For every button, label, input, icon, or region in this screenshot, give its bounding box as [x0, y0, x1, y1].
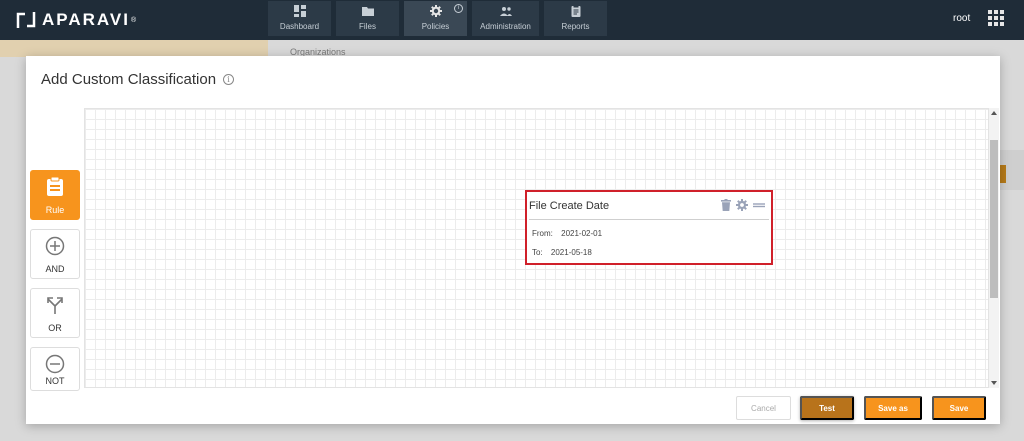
top-app-bar: APARAVI ® Dashboard Files Policies i Adm…	[0, 0, 1024, 40]
clipboard-icon	[571, 5, 580, 17]
to-label: To:	[532, 248, 543, 257]
nav-policies[interactable]: Policies i	[404, 1, 467, 36]
save-as-button[interactable]: Save as	[864, 396, 922, 420]
nav-dashboard-label: Dashboard	[279, 22, 320, 31]
from-date-row: From: 2021-02-01	[532, 229, 602, 238]
gear-icon	[429, 5, 442, 17]
dialog-title-row: Add Custom Classification i	[41, 71, 235, 88]
or-block-label: OR	[48, 323, 62, 333]
brand-name: APARAVI	[42, 10, 130, 29]
drag-handle-icon[interactable]	[753, 201, 765, 209]
dialog-title: Add Custom Classification	[41, 71, 217, 88]
or-block-button[interactable]: OR	[30, 288, 80, 338]
nav-files[interactable]: Files	[336, 1, 399, 36]
aparavi-logo-icon	[16, 10, 36, 30]
scroll-down-arrow-icon[interactable]	[991, 381, 997, 385]
from-label: From:	[532, 229, 553, 238]
dashboard-icon	[293, 5, 306, 17]
nav-policies-label: Policies	[421, 22, 450, 31]
rule-card-actions	[721, 199, 765, 211]
rule-card-title: File Create Date	[529, 200, 610, 212]
nav-reports[interactable]: Reports	[544, 1, 607, 36]
user-name[interactable]: root	[953, 13, 970, 24]
canvas-scrollbar[interactable]	[989, 108, 999, 388]
scrollbar-thumb[interactable]	[990, 140, 998, 298]
clipboard-icon	[47, 177, 63, 196]
cancel-button[interactable]: Cancel	[736, 396, 791, 420]
rule-block-label: Rule	[45, 205, 65, 215]
plus-circle-icon	[45, 236, 65, 256]
brand-logo[interactable]: APARAVI ®	[16, 9, 136, 31]
users-icon	[499, 7, 512, 16]
nav-dashboard[interactable]: Dashboard	[268, 1, 331, 36]
minus-circle-icon	[45, 354, 65, 374]
background-panel	[0, 40, 268, 57]
test-button[interactable]: Test	[800, 396, 854, 420]
add-custom-classification-dialog: Add Custom Classification i Rule AND OR …	[26, 56, 1000, 424]
from-value: 2021-02-01	[561, 229, 603, 238]
rule-card-divider	[529, 219, 769, 220]
gear-icon[interactable]	[736, 199, 748, 211]
brand-registered-mark: ®	[131, 16, 137, 24]
apps-grid-icon[interactable]	[988, 10, 1004, 26]
nav-administration[interactable]: Administration	[472, 1, 539, 36]
scroll-up-arrow-icon[interactable]	[991, 111, 997, 115]
nav-files-label: Files	[359, 22, 376, 31]
and-block-label: AND	[45, 264, 65, 274]
not-block-button[interactable]: NOT	[30, 347, 80, 391]
policies-info-badge: i	[454, 4, 463, 13]
background-tab	[1000, 165, 1006, 183]
nav-administration-label: Administration	[480, 22, 531, 31]
to-date-row: To: 2021-05-18	[532, 248, 592, 257]
and-block-button[interactable]: AND	[30, 229, 80, 279]
info-icon[interactable]: i	[223, 74, 235, 85]
trash-icon[interactable]	[721, 199, 731, 211]
to-value: 2021-05-18	[550, 248, 592, 257]
file-create-date-rule-card[interactable]: File Create Date From: 2021-02-01 To: 20…	[525, 190, 773, 265]
nav-reports-label: Reports	[561, 22, 590, 31]
rule-block-button[interactable]: Rule	[30, 170, 80, 220]
folder-icon	[361, 7, 374, 16]
save-button[interactable]: Save	[932, 396, 986, 420]
split-arrows-icon	[47, 297, 63, 314]
not-block-label: NOT	[45, 376, 65, 386]
main-nav: Dashboard Files Policies i Administratio…	[268, 1, 607, 37]
